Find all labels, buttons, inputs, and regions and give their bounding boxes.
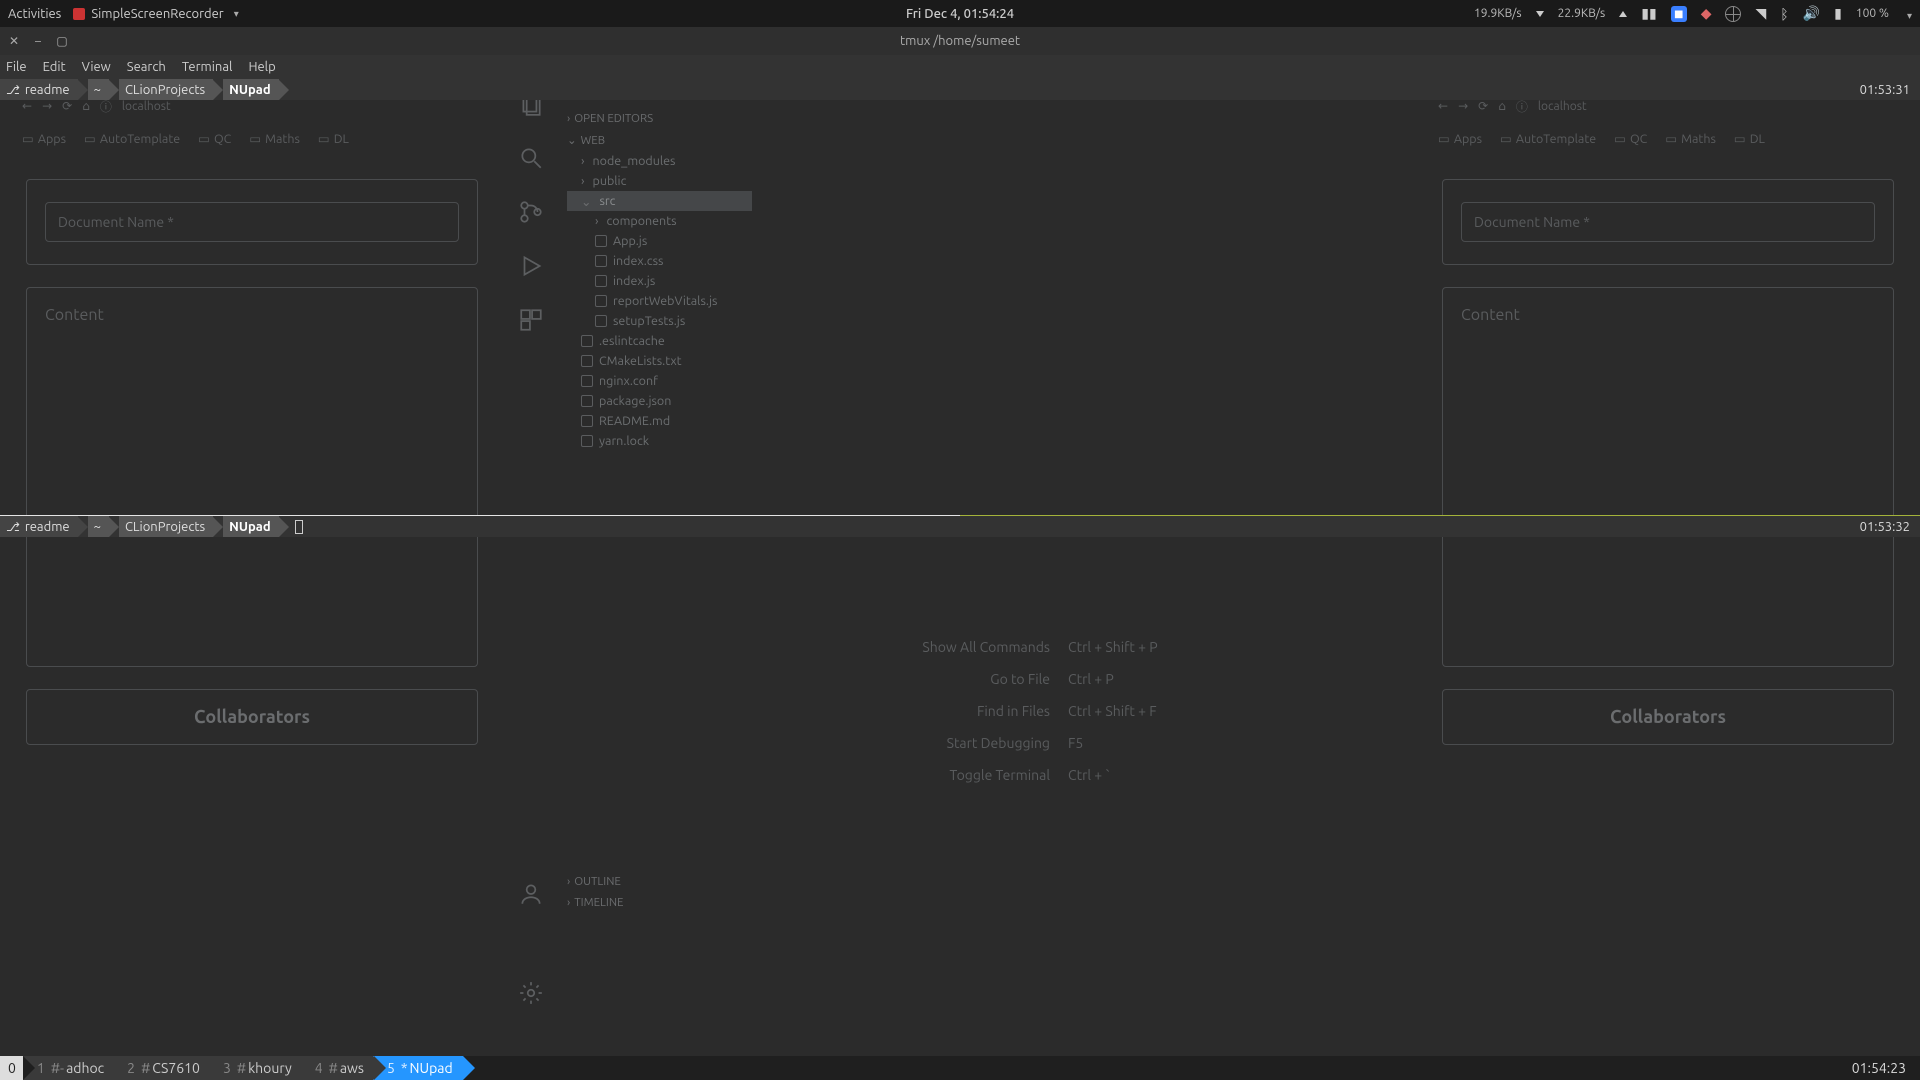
powerline-prompt: readme ~ CLionProjects NUpad [0,516,303,537]
volume-icon[interactable]: 🔊 [1803,5,1820,22]
indicator-orange-icon[interactable]: ◆ [1701,5,1712,22]
gnome-top-bar: Activities SimpleScreenRecorder Fri Dec … [0,0,1920,27]
recorder-icon [73,8,85,20]
menu-file[interactable]: File [6,60,27,74]
minimize-icon[interactable]: – [32,35,44,47]
maximize-icon[interactable]: ▢ [56,35,68,47]
clock[interactable]: Fri Dec 4, 01:54:24 [906,7,1014,21]
tmux-pane-bottom[interactable]: readme ~ CLionProjects NUpad 01:53:32 [0,516,1920,1056]
menu-view[interactable]: View [82,60,111,74]
battery-percent: 100 % [1856,7,1889,20]
battery-icon[interactable]: ▮ [1834,5,1842,22]
system-menu[interactable] [1903,6,1912,22]
terminal-menubar: File Edit View Search Terminal Help [0,55,1920,79]
up-arrow-icon [1619,11,1627,17]
tmux-window-cs7610[interactable]: 2#CS7610 [113,1056,210,1080]
window-titlebar: ✕ – ▢ tmux /home/sumeet [0,27,1920,55]
net-up: 22.9KB/s [1558,7,1606,20]
app-menu[interactable]: SimpleScreenRecorder [73,7,238,21]
zoom-icon[interactable]: ■ [1671,6,1687,22]
tmux-pane-top[interactable]: readme ~ CLionProjects NUpad 01:53:31 [0,79,1920,516]
menu-edit[interactable]: Edit [43,60,66,74]
menu-terminal[interactable]: Terminal [182,60,233,74]
window-title-text: tmux /home/sumeet [900,34,1020,48]
menu-search[interactable]: Search [127,60,166,74]
tmux-window-adhoc[interactable]: 1#-adhoc [23,1056,114,1080]
down-arrow-icon [1536,11,1544,17]
activities-button[interactable]: Activities [8,7,61,21]
session-indicator[interactable]: 0 [0,1056,24,1080]
terminal-cursor [295,520,303,534]
video-icon[interactable]: ▮▮ [1641,5,1656,22]
tmux-window-khoury[interactable]: 3#khoury [209,1056,302,1080]
tmux-window-nupad[interactable]: 5*NUpad [373,1056,463,1080]
status-clock: 01:54:23 [1838,1060,1920,1076]
close-icon[interactable]: ✕ [8,35,20,47]
pane-clock-bottom: 01:53:32 [1860,520,1910,534]
net-down: 19.9KB/s [1474,7,1522,20]
globe-icon[interactable] [1725,6,1741,22]
wifi-icon[interactable]: ◥ [1755,5,1766,22]
bluetooth-icon[interactable]: ᛒ [1780,6,1788,22]
menu-help[interactable]: Help [248,60,275,74]
tmux-status-bar: 0 1#-adhoc2#CS76103#khoury4#aws5*NUpad 0… [0,1056,1920,1080]
pane-clock-top: 01:53:31 [1860,83,1910,97]
powerline-prompt: readme ~ CLionProjects NUpad [0,79,289,100]
